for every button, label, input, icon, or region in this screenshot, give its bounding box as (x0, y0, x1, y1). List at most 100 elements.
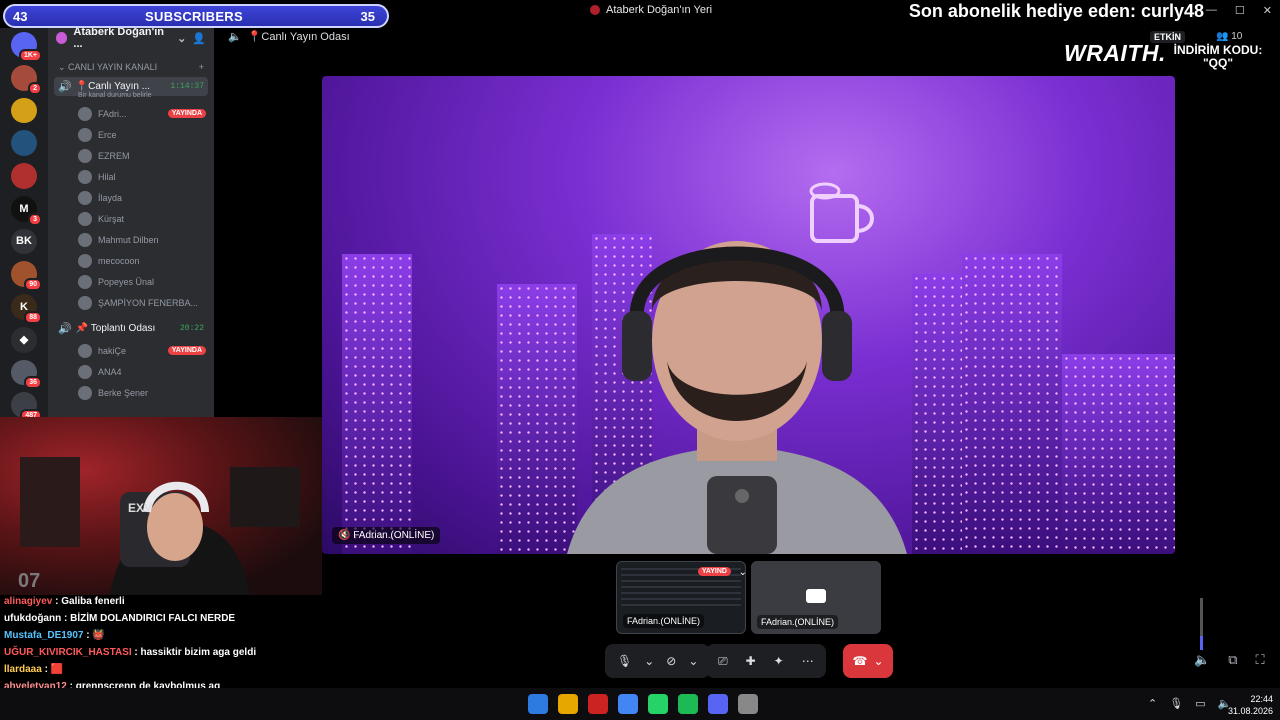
svg-text:EXV: EXV (128, 501, 152, 515)
taskbar-app-icon[interactable] (738, 694, 758, 714)
microphone-icon[interactable]: 🎙 (617, 654, 632, 668)
voice-member[interactable]: ANA4 (48, 361, 214, 382)
volume-level (1200, 636, 1203, 650)
voice-channel-meeting[interactable]: 🔊 📌 Toplantı Odası 20:22 (54, 319, 208, 338)
server-label: M (19, 202, 29, 215)
taskbar-app-icon[interactable] (648, 694, 668, 714)
chat-message: llardaaa : 🟥 (0, 664, 322, 681)
chat-username[interactable]: UĞUR_KIVIRCIK_HASTASI (4, 647, 132, 658)
add-channel-icon[interactable]: + (199, 62, 204, 73)
listener-count: 👥 10 (1216, 31, 1243, 42)
system-tray: ⌃ 🎙 ▭ 🔈 (1148, 697, 1231, 710)
subscriber-goal-bar: 43 SUBSCRIBERS 35 (3, 4, 389, 28)
chevron-down-icon[interactable]: ⌄ (644, 654, 654, 668)
chat-text: BİZİM DOLANDIRICI FALCI NERDE (70, 613, 236, 624)
server-icon[interactable] (11, 130, 37, 156)
chevron-down-icon: ⌄ (177, 32, 187, 45)
minimize-button[interactable]: — (1206, 4, 1217, 17)
server-icon[interactable]: 36 (11, 359, 42, 390)
avatar (78, 364, 92, 379)
chat-message: UĞUR_KIVIRCIK_HASTASI : hassiktir bizim … (0, 647, 322, 664)
taskbar-app-icon[interactable] (558, 694, 578, 714)
server-icon[interactable] (11, 163, 37, 189)
participant-tile-camera[interactable]: FAdrian.(ONLİNE) (751, 561, 881, 634)
server-icon[interactable]: 2 (11, 64, 42, 95)
voice-member[interactable]: Kürşat (48, 208, 214, 229)
voice-member[interactable]: Hilal (48, 166, 214, 187)
chevron-down-icon[interactable]: ⌄ (739, 567, 745, 578)
gift-sub-text: Son abonelik hediye eden: curly48 (908, 1, 1204, 21)
tile-name: FAdrian.(ONLİNE) (757, 615, 839, 629)
taskbar-app-icon[interactable] (588, 694, 608, 714)
background-building (1062, 354, 1175, 554)
category-name: CANLI YAYIN KANALI (68, 62, 158, 72)
disconnect-button[interactable]: ☎ ⌄ (843, 644, 893, 678)
voice-member[interactable]: Mahmut Dilben (48, 229, 214, 250)
channel-status[interactable]: Bir kanal durumu belirle (48, 92, 214, 99)
screen-share-icon[interactable]: ⎚ (718, 654, 728, 669)
activities-icon[interactable]: ✚ (746, 654, 756, 668)
voice-member[interactable]: Erce (48, 124, 214, 145)
participant-tile-stream[interactable]: YAYIND ⌄ FAdrian.(ONLİNE) (616, 561, 746, 634)
main-video-stream[interactable]: 🔇 FAdrian.(ONLİNE) (322, 76, 1175, 554)
channel-name: 📌 Toplantı Odası (75, 323, 156, 334)
server-icon[interactable]: K 88 (11, 294, 42, 324)
guild-icon (56, 32, 68, 44)
window-controls: — ☐ ✕ (1206, 4, 1272, 17)
pop-out-icon[interactable]: ⧉ (1228, 652, 1237, 668)
soundboard-icon[interactable]: ✦ (774, 654, 784, 668)
server-icon[interactable]: M3 (11, 195, 42, 226)
add-member-icon[interactable]: 👤 (192, 32, 206, 45)
server-label: ◆ (19, 334, 29, 347)
taskbar-app-icon[interactable] (708, 694, 728, 714)
voice-member[interactable]: ŞAMPİYON FENERBA... (48, 292, 214, 313)
server-icon[interactable]: 1K+ (11, 32, 42, 62)
close-button[interactable]: ✕ (1263, 4, 1272, 17)
volume-icon[interactable]: 🔈 (1194, 652, 1210, 668)
taskbar-app-icon[interactable] (678, 694, 698, 714)
chat-username[interactable]: Mustafa_DE1907 (4, 630, 83, 641)
phone-hangup-icon: ☎ (852, 654, 868, 668)
volume-slider[interactable] (1200, 598, 1203, 650)
chevron-down-icon[interactable]: ⌄ (688, 654, 698, 668)
server-icon[interactable] (11, 97, 37, 124)
category-header[interactable]: ⌄ CANLI YAYIN KANALI + (48, 62, 214, 73)
sponsor-logo: WRAITH. (1064, 40, 1166, 66)
voice-member[interactable]: İlayda (48, 187, 214, 208)
voice-member[interactable]: EZREM (48, 145, 214, 166)
guild-name: Ataberk Doğan'ın ... (73, 26, 165, 50)
chat-username[interactable]: ufukdoğann (4, 613, 61, 624)
server-icon[interactable]: 90 (11, 261, 42, 291)
window-title-text: Ataberk Doğan'ın Yeri (606, 4, 713, 16)
tile-name: FAdrian.(ONLİNE) (623, 614, 705, 628)
background-building (342, 254, 412, 554)
taskbar-app-icon[interactable] (618, 694, 638, 714)
mute-icon: 🔇 (338, 530, 354, 541)
maximize-button[interactable]: ☐ (1235, 4, 1245, 17)
avatar (78, 148, 92, 163)
chevron-up-icon[interactable]: ⌃ (1148, 697, 1157, 710)
people-icon: 👥 (1216, 31, 1232, 42)
clock[interactable]: 22:44 31.08.2026 (1228, 693, 1273, 717)
voice-member[interactable]: Berke Şener (48, 382, 214, 403)
member-name: İlayda (98, 192, 123, 203)
voice-member[interactable]: Popeyes Ünal (48, 271, 214, 292)
chat-username[interactable]: llardaaa (4, 664, 42, 675)
guild-header[interactable]: Ataberk Doğan'ın ... ⌄ 👤 (48, 26, 214, 50)
mention-badge: 3 (28, 212, 42, 226)
chat-username[interactable]: alinagiyev (4, 596, 52, 607)
mention-badge: 36 (24, 376, 42, 390)
server-icon[interactable]: ◆ (11, 326, 37, 353)
more-options-icon[interactable]: ⋯ (802, 654, 814, 668)
server-icon[interactable]: BK (11, 228, 37, 255)
voice-member[interactable]: hakiÇe YAYINDA (48, 340, 214, 361)
taskbar-app-icon[interactable] (528, 694, 548, 714)
camera-off-icon[interactable]: ⊘ (666, 654, 676, 668)
avatar (78, 106, 92, 121)
network-icon[interactable]: ▭ (1195, 697, 1205, 710)
microphone-icon[interactable]: 🎙 (1169, 697, 1183, 710)
voice-member[interactable]: mecocoon (48, 250, 214, 271)
server-icon[interactable]: 487 (11, 392, 42, 422)
fullscreen-icon[interactable]: ⛶ (1255, 652, 1264, 668)
voice-member[interactable]: FAdri... YAYINDA (48, 103, 214, 124)
